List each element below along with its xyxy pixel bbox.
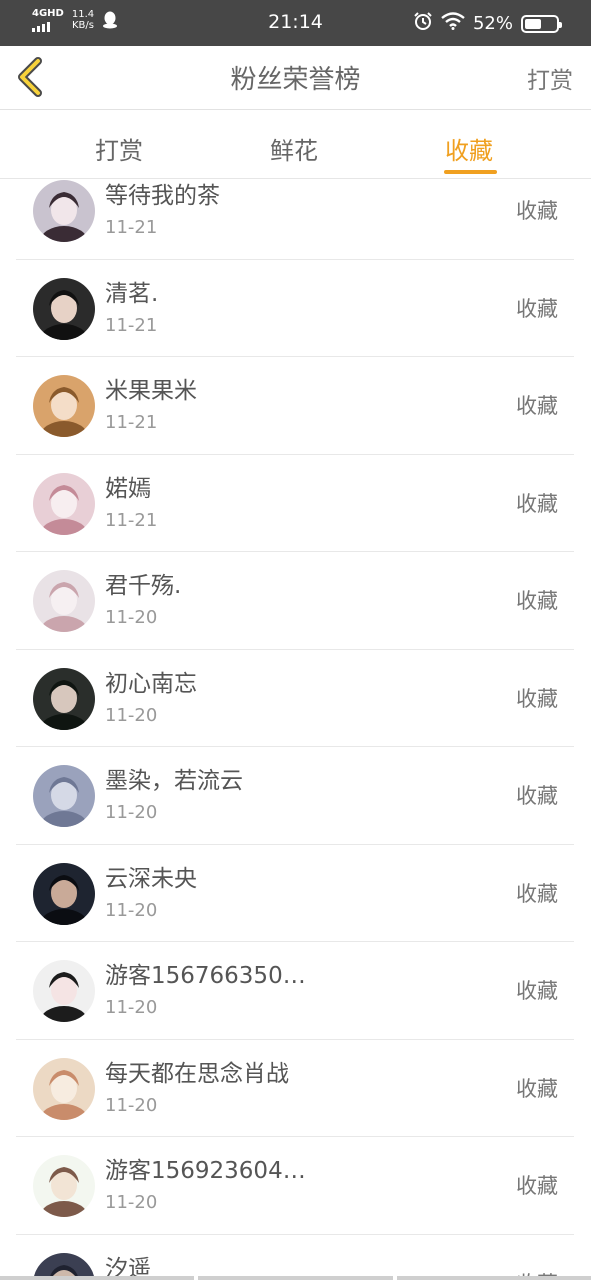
avatar[interactable] xyxy=(33,1155,95,1217)
fan-action-label: 收藏 xyxy=(516,491,558,516)
fan-name: 米果果米 xyxy=(105,378,197,404)
tab-bar: 打赏 鲜花 收藏 xyxy=(0,111,591,179)
fan-date: 11-21 xyxy=(105,509,158,531)
fan-name: 婼嫣 xyxy=(105,475,151,502)
avatar[interactable] xyxy=(33,472,95,535)
fan-action-label: 收藏 xyxy=(516,394,558,418)
fan-action-label: 收藏 xyxy=(516,1076,558,1101)
tab-reward[interactable]: 打赏 xyxy=(95,131,143,166)
fan-date: 11-21 xyxy=(105,217,158,238)
tab-favorites[interactable]: 收藏 xyxy=(445,131,493,166)
fan-name: 初心南忘 xyxy=(105,670,197,697)
avatar[interactable] xyxy=(33,375,95,437)
fan-date: 11-21 xyxy=(105,314,158,336)
bottom-scroll-indicator xyxy=(0,1276,591,1280)
fan-action-label: 收藏 xyxy=(516,881,558,906)
fan-action-label: 收藏 xyxy=(516,296,558,321)
fan-date: 11-20 xyxy=(105,1192,158,1213)
fan-row[interactable]: 米果果米 11-21 收藏 xyxy=(16,357,574,455)
page-title: 粉丝荣誉榜 xyxy=(230,65,361,95)
fan-name: 君千殇. xyxy=(105,573,182,599)
avatar[interactable] xyxy=(33,765,95,827)
reward-button[interactable]: 打赏 xyxy=(527,61,573,95)
avatar[interactable] xyxy=(33,667,95,730)
fan-row[interactable]: 每天都在思念肖战 11-20 收藏 xyxy=(16,1040,574,1137)
fan-name: 每天都在思念肖战 xyxy=(105,1060,289,1087)
fan-name: 云深未央 xyxy=(105,865,197,892)
fan-row[interactable]: 游客156766350… 11-20 收藏 xyxy=(16,942,574,1040)
fan-name: 等待我的茶 xyxy=(105,183,220,209)
fan-action-label: 收藏 xyxy=(516,589,558,613)
fan-date: 11-20 xyxy=(105,704,158,726)
battery-percent: 52% xyxy=(472,13,513,34)
fan-row[interactable]: 游客156923604… 11-20 收藏 xyxy=(16,1137,574,1235)
fan-date: 11-20 xyxy=(105,607,158,628)
fan-row[interactable]: 清茗. 11-21 收藏 xyxy=(16,260,574,357)
fan-action-label: 收藏 xyxy=(516,979,558,1003)
avatar[interactable] xyxy=(33,960,95,1022)
fan-date: 11-20 xyxy=(105,1094,158,1116)
avatar[interactable] xyxy=(33,862,95,925)
fan-date: 11-20 xyxy=(105,899,158,921)
fan-action-label: 收藏 xyxy=(516,784,558,808)
fan-action-label: 收藏 xyxy=(516,686,558,711)
fan-row[interactable]: 婼嫣 11-21 收藏 xyxy=(16,455,574,552)
fan-row[interactable]: 等待我的茶 11-21 收藏 xyxy=(16,180,574,260)
nav-header: 粉丝荣誉榜 打赏 xyxy=(0,46,591,110)
avatar[interactable] xyxy=(33,180,95,242)
fan-name: 游客156766350… xyxy=(105,963,306,989)
status-bar: 4GHD 11.4 KB/s 21:14 52% xyxy=(0,0,591,46)
wifi-icon xyxy=(441,12,465,35)
fan-name: 墨染，若流云 xyxy=(105,768,243,794)
fan-list: 等待我的茶 11-21 收藏 清茗. 11-21 收藏 米果果米 11-21 收藏 婼嫣 11-21… xyxy=(0,180,591,1280)
active-tab-indicator xyxy=(444,170,497,174)
fan-date: 11-21 xyxy=(105,412,158,433)
avatar[interactable] xyxy=(33,1057,95,1120)
battery-icon xyxy=(521,14,562,33)
fan-action-label: 收藏 xyxy=(516,199,558,223)
avatar[interactable] xyxy=(33,277,95,340)
fan-date: 11-20 xyxy=(105,997,158,1018)
alarm-icon xyxy=(413,11,433,36)
status-right: 52% xyxy=(413,11,562,36)
tab-flowers[interactable]: 鲜花 xyxy=(270,131,318,166)
fan-action-label: 收藏 xyxy=(516,1174,558,1198)
fan-row[interactable]: 初心南忘 11-20 收藏 xyxy=(16,650,574,747)
fan-row[interactable]: 汐遥收藏 xyxy=(16,1235,574,1280)
fan-row[interactable]: 君千殇. 11-20 收藏 xyxy=(16,552,574,650)
avatar[interactable] xyxy=(33,570,95,632)
fan-row[interactable]: 云深未央 11-20 收藏 xyxy=(16,845,574,942)
fan-name: 游客156923604… xyxy=(105,1158,306,1184)
fan-date: 11-20 xyxy=(105,802,158,823)
fan-row[interactable]: 墨染，若流云 11-20 收藏 xyxy=(16,747,574,845)
fan-name: 清茗. xyxy=(105,280,159,307)
